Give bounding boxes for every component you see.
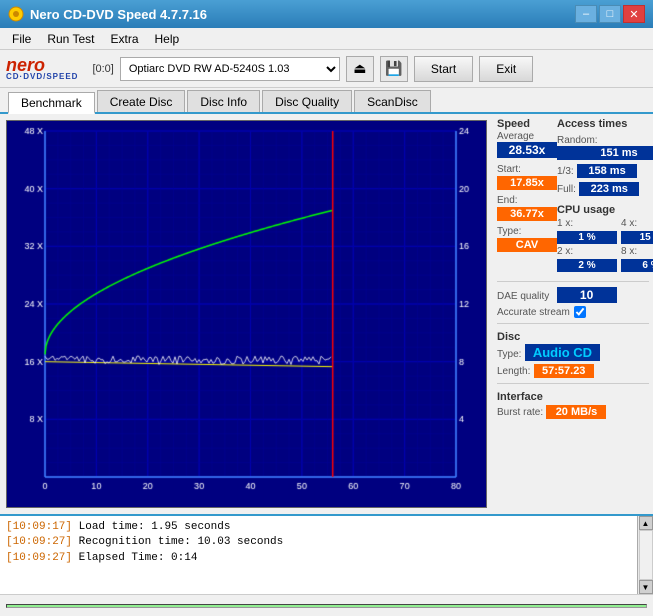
minimize-button[interactable]: –	[575, 5, 597, 23]
tabs: Benchmark Create Disc Disc Info Disc Qua…	[0, 88, 653, 114]
disc-title: Disc	[497, 331, 520, 343]
log-entry-1: [10:09:17] Load time: 1.95 seconds	[6, 520, 631, 535]
right-panel: Speed Average 28.53x Start: 17.85x End: …	[493, 114, 653, 514]
tab-benchmark[interactable]: Benchmark	[8, 92, 95, 114]
random-label: Random:	[557, 135, 598, 146]
title-left: Nero CD-DVD Speed 4.7.7.16	[8, 6, 207, 22]
app-icon	[8, 6, 24, 22]
tab-disc-info[interactable]: Disc Info	[187, 90, 260, 112]
random-value: 151 ms	[557, 146, 653, 160]
log-scrollbar[interactable]: ▲ ▼	[637, 516, 653, 594]
interface-section: Interface Burst rate: 20 MB/s	[497, 389, 649, 419]
maximize-button[interactable]: □	[599, 5, 621, 23]
speed-section: Speed Average 28.53x Start: 17.85x End: …	[497, 118, 557, 252]
disc-length-value: 57:57.23	[534, 364, 594, 378]
start-value: 17.85x	[497, 176, 557, 190]
full-value: 223 ms	[579, 182, 639, 196]
nero-logo: nero CD·DVD/SPEED	[6, 56, 78, 81]
cpu-8x-label: 8 x:	[621, 246, 653, 257]
type-label: Type:	[497, 226, 521, 237]
menu-run-test[interactable]: Run Test	[39, 30, 102, 48]
exit-button[interactable]: Exit	[479, 56, 533, 82]
disc-section: Disc Type: Audio CD Length: 57:57.23	[497, 329, 649, 378]
type-value: CAV	[497, 238, 557, 252]
drive-label: [0:0]	[92, 63, 113, 75]
cpu-1x-label: 1 x:	[557, 218, 617, 229]
nero-product-text: CD·DVD/SPEED	[6, 72, 78, 81]
log-entry-2: [10:09:27] Recognition time: 10.03 secon…	[6, 535, 631, 550]
start-label: Start:	[497, 164, 521, 175]
end-value: 36.77x	[497, 207, 557, 221]
scroll-up-button[interactable]: ▲	[639, 516, 653, 530]
save-button[interactable]: 💾	[380, 56, 408, 82]
log-entry-3: [10:09:27] Elapsed Time: 0:14	[6, 551, 631, 566]
scroll-down-button[interactable]: ▼	[639, 580, 653, 594]
cpu-4x-value: 15 %	[621, 231, 653, 244]
dae-quality-label: DAE quality	[497, 291, 549, 302]
main-content: Speed Average 28.53x Start: 17.85x End: …	[0, 114, 653, 514]
accurate-stream-checkbox[interactable]	[574, 306, 586, 318]
start-button[interactable]: Start	[414, 56, 473, 82]
log-content: [10:09:17] Load time: 1.95 seconds [10:0…	[0, 516, 637, 594]
close-button[interactable]: ✕	[623, 5, 645, 23]
cpu-1x-value: 1 %	[557, 231, 617, 244]
speed-title: Speed	[497, 118, 557, 130]
cpu-usage-title: CPU usage	[557, 204, 615, 216]
disc-length-label: Length:	[497, 366, 530, 377]
disc-type-label: Type:	[497, 349, 521, 360]
window-title: Nero CD-DVD Speed 4.7.7.16	[30, 7, 207, 22]
accurate-stream-label: Accurate stream	[497, 307, 570, 318]
divider-1	[497, 281, 649, 282]
divider-3	[497, 383, 649, 384]
log-text-2: Recognition time: 10.03 seconds	[79, 536, 284, 548]
log-time-3: [10:09:27]	[6, 552, 72, 564]
menu-bar: File Run Test Extra Help	[0, 28, 653, 50]
log-text-3: Elapsed Time: 0:14	[79, 552, 198, 564]
status-text	[6, 604, 647, 608]
log-time-2: [10:09:27]	[6, 536, 72, 548]
log-text-1: Load time: 1.95 seconds	[79, 521, 231, 533]
burst-rate-label: Burst rate:	[497, 407, 543, 418]
cpu-8x-value: 6 %	[621, 259, 653, 272]
menu-file[interactable]: File	[4, 30, 39, 48]
status-bar	[0, 594, 653, 616]
average-value: 28.53x	[497, 142, 557, 158]
end-label: End:	[497, 195, 518, 206]
interface-title: Interface	[497, 391, 543, 403]
log-time-1: [10:09:17]	[6, 521, 72, 533]
full-label: Full:	[557, 184, 576, 195]
speed-access-row: Speed Average 28.53x Start: 17.85x End: …	[497, 118, 649, 272]
cpu-2x-value: 2 %	[557, 259, 617, 272]
disc-type-value: Audio CD	[525, 344, 600, 361]
chart-area	[6, 120, 487, 508]
tab-scan-disc[interactable]: ScanDisc	[354, 90, 431, 112]
drive-select[interactable]: Optiarc DVD RW AD-5240S 1.03	[120, 57, 340, 81]
accurate-stream-section: Accurate stream	[497, 306, 649, 318]
toolbar: nero CD·DVD/SPEED [0:0] Optiarc DVD RW A…	[0, 50, 653, 88]
onethird-value: 158 ms	[577, 164, 637, 178]
tab-create-disc[interactable]: Create Disc	[97, 90, 186, 112]
title-bar: Nero CD-DVD Speed 4.7.7.16 – □ ✕	[0, 0, 653, 28]
title-controls: – □ ✕	[575, 5, 645, 23]
average-label: Average	[497, 131, 557, 142]
dae-quality-value: 10	[557, 287, 617, 303]
access-times-section: Access times Random: 151 ms 1/3: 158 ms …	[557, 118, 653, 272]
eject-button[interactable]: ⏏	[346, 56, 374, 82]
menu-help[interactable]: Help	[147, 30, 188, 48]
cpu-4x-label: 4 x:	[621, 218, 653, 229]
scroll-track[interactable]	[639, 530, 653, 580]
onethird-label: 1/3:	[557, 166, 574, 177]
benchmark-chart	[7, 121, 486, 507]
tab-disc-quality[interactable]: Disc Quality	[262, 90, 352, 112]
burst-rate-value: 20 MB/s	[546, 405, 606, 419]
access-times-title: Access times	[557, 118, 653, 130]
divider-2	[497, 323, 649, 324]
menu-extra[interactable]: Extra	[102, 30, 146, 48]
dae-quality-section: DAE quality 10	[497, 287, 649, 303]
log-area: [10:09:17] Load time: 1.95 seconds [10:0…	[0, 514, 653, 594]
cpu-2x-label: 2 x:	[557, 246, 617, 257]
